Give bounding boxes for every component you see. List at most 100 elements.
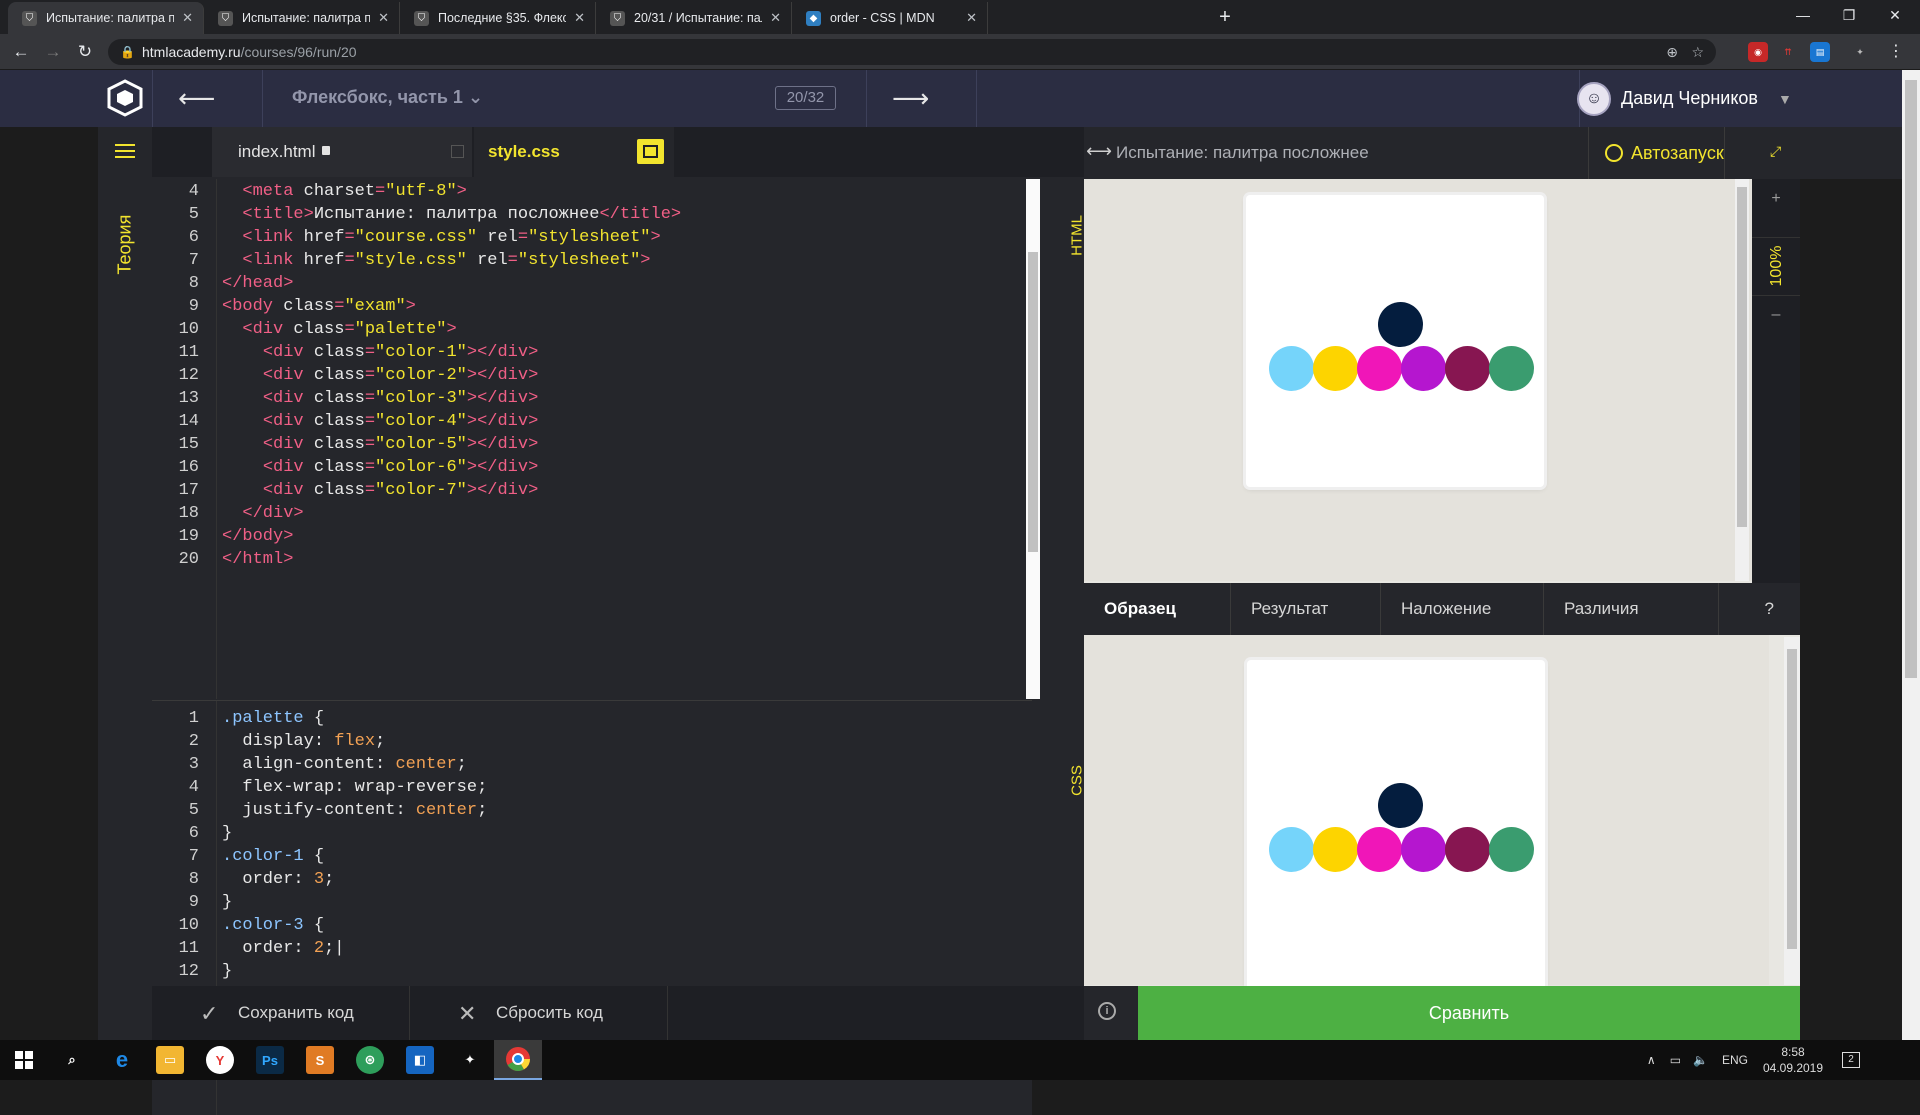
code-line[interactable]: <title>Испытание: палитра посложнее</tit… [222, 203, 681, 226]
app-blue-icon[interactable]: ◧ [406, 1046, 434, 1074]
course-title[interactable]: Флексбокс, часть 1 ⌄ [292, 87, 483, 108]
sublime-icon[interactable]: S [306, 1046, 334, 1074]
code-line[interactable]: <div class="palette"> [222, 318, 681, 341]
code-line[interactable]: </html> [222, 548, 681, 571]
code-line[interactable]: <link href="course.css" rel="stylesheet"… [222, 226, 681, 249]
html-pane-scrollbar[interactable] [1026, 179, 1040, 699]
code-line[interactable]: <meta charset="utf-8"> [222, 180, 681, 203]
close-window-button[interactable]: ✕ [1872, 0, 1918, 30]
browser-tab[interactable]: ⛉ 20/31 / Испытание: палитра по ✕ [596, 2, 792, 34]
close-tab-icon[interactable]: ✕ [574, 10, 585, 26]
close-tab-icon[interactable]: ✕ [966, 10, 977, 26]
compare-button[interactable]: Сравнить [1138, 986, 1800, 1040]
browser-tab[interactable]: ⛉ Испытание: палитра посложне ✕ [8, 2, 204, 34]
code-line[interactable]: <body class="exam"> [222, 295, 681, 318]
css-pane-label[interactable]: CSS [1069, 756, 1086, 806]
browser-tab[interactable]: ⛉ Испытание: палитра посложне ✕ [204, 2, 400, 34]
zoom-in-button[interactable]: + [1752, 179, 1800, 219]
forward-icon[interactable]: → [40, 40, 66, 64]
close-tab-icon[interactable]: ✕ [378, 10, 389, 26]
tab-diff[interactable]: Различия [1544, 583, 1719, 635]
split-pane-icon[interactable] [451, 145, 464, 158]
extension-arrows-icon[interactable]: ⇈ [1778, 42, 1798, 62]
restore-button[interactable]: ❐ [1826, 0, 1872, 30]
tab-sample[interactable]: Образец [1084, 583, 1231, 635]
html-code-pane[interactable]: 4 5 6 7 8 9 10 11 12 13 14 15 16 17 18 19 20 <meta chars… [152, 179, 1032, 699]
code-line[interactable]: order: 3; [222, 868, 487, 891]
minimize-button[interactable]: — [1780, 0, 1826, 30]
windows-icon[interactable] [8, 1046, 40, 1074]
code-line[interactable]: } [222, 891, 487, 914]
code-line[interactable]: <div class="color-6"></div> [222, 456, 681, 479]
swap-panels-icon[interactable]: ⟷ [1084, 141, 1114, 162]
code-line[interactable]: order: 2;| [222, 937, 487, 960]
htmlacademy-logo[interactable] [100, 78, 150, 118]
browser-tab[interactable]: ⛉ Последние §35. Флексбокс, част ✕ [400, 2, 596, 34]
autorun-toggle[interactable]: Автозапуск [1588, 127, 1724, 179]
help-button[interactable]: ? [1765, 599, 1774, 619]
zoom-icon[interactable]: ⊕ [1666, 39, 1678, 65]
code-line[interactable]: <div class="color-1"></div> [222, 341, 681, 364]
reset-code-button[interactable]: ✕ Сбросить код [410, 986, 668, 1040]
sample-scrollbar[interactable] [1784, 637, 1800, 985]
clock[interactable]: 8:58 04.09.2019 [1762, 1044, 1824, 1076]
info-icon[interactable]: i [1098, 1002, 1116, 1020]
scroll-thumb[interactable] [1737, 187, 1747, 527]
new-tab-button[interactable]: + [1212, 4, 1238, 30]
scroll-thumb[interactable] [1905, 80, 1917, 678]
yandex-icon[interactable]: Y [206, 1046, 234, 1074]
search-icon[interactable]: ⌕ [58, 1046, 86, 1074]
extension-red-icon[interactable]: ◉ [1748, 42, 1768, 62]
code-line[interactable]: </head> [222, 272, 681, 295]
chrome-icon[interactable] [494, 1040, 542, 1080]
code-line[interactable]: </body> [222, 525, 681, 548]
code-line[interactable]: display: flex; [222, 730, 487, 753]
app-green-icon[interactable]: ⊛ [356, 1046, 384, 1074]
code-line[interactable]: <div class="color-2"></div> [222, 364, 681, 387]
prev-lesson-arrow[interactable]: ⟵ [178, 84, 238, 112]
notifications-icon[interactable]: 2 [1842, 1052, 1860, 1068]
next-lesson-arrow[interactable]: ⟶ [892, 84, 952, 112]
split-pane-icon[interactable] [637, 139, 664, 164]
explorer-icon[interactable]: ▭ [156, 1046, 184, 1074]
scroll-thumb[interactable] [1787, 649, 1797, 949]
bookmark-star-icon[interactable]: ☆ [1691, 39, 1704, 65]
menu-icon[interactable] [115, 144, 135, 160]
code-line[interactable]: .color-1 { [222, 845, 487, 868]
scroll-thumb[interactable] [1028, 252, 1038, 552]
menu-kebab-icon[interactable]: ⋮ [1886, 42, 1906, 62]
language-indicator[interactable]: ENG [1722, 1053, 1748, 1067]
close-tab-icon[interactable]: ✕ [182, 10, 193, 26]
app-wolf-icon[interactable]: ✦ [456, 1046, 484, 1074]
code-line[interactable]: <link href="style.css" rel="stylesheet"> [222, 249, 681, 272]
tab-style-css[interactable]: style.css [474, 127, 674, 177]
zoom-out-button[interactable]: – [1752, 295, 1800, 335]
url-input[interactable]: 🔒 htmlacademy.ru/courses/96/run/20 ⊕ ☆ [108, 39, 1716, 65]
save-code-button[interactable]: ✓ Сохранить код [152, 986, 410, 1040]
html-pane-label[interactable]: HTML [1069, 206, 1086, 266]
volume-icon[interactable]: 🔈 [1693, 1053, 1708, 1067]
code-line[interactable]: justify-content: center; [222, 799, 487, 822]
code-line[interactable]: flex-wrap: wrap-reverse; [222, 776, 487, 799]
code-line[interactable]: .palette { [222, 707, 487, 730]
code-line[interactable]: <div class="color-4"></div> [222, 410, 681, 433]
html-code[interactable]: <meta charset="utf-8"> <title>Испытание:… [222, 180, 681, 571]
code-line[interactable]: <div class="color-5"></div> [222, 433, 681, 456]
lesson-progress-badge[interactable]: 20/32 [775, 86, 836, 110]
code-line[interactable]: } [222, 822, 487, 845]
tab-index-html[interactable]: index.html [212, 127, 472, 177]
extension-wolf-icon[interactable]: ✦ [1850, 42, 1870, 62]
code-line[interactable]: } [222, 960, 487, 983]
code-line[interactable]: .color-3 { [222, 914, 487, 937]
reload-icon[interactable]: ↻ [72, 40, 98, 64]
back-icon[interactable]: ← [8, 40, 34, 64]
extension-blue-icon[interactable]: ▤ [1810, 42, 1830, 62]
code-line[interactable]: align-content: center; [222, 753, 487, 776]
fullscreen-icon[interactable]: ⤢ [1770, 143, 1790, 163]
theory-toggle[interactable]: Теория [115, 215, 136, 275]
preview-scrollbar[interactable] [1735, 179, 1749, 581]
user-menu[interactable]: ☺ Давид Черников ▼ [1577, 70, 1897, 127]
browser-tab[interactable]: ◆ order - CSS | MDN ✕ [792, 2, 988, 34]
network-icon[interactable]: ▭ [1670, 1053, 1681, 1067]
photoshop-icon[interactable]: Ps [256, 1046, 284, 1074]
